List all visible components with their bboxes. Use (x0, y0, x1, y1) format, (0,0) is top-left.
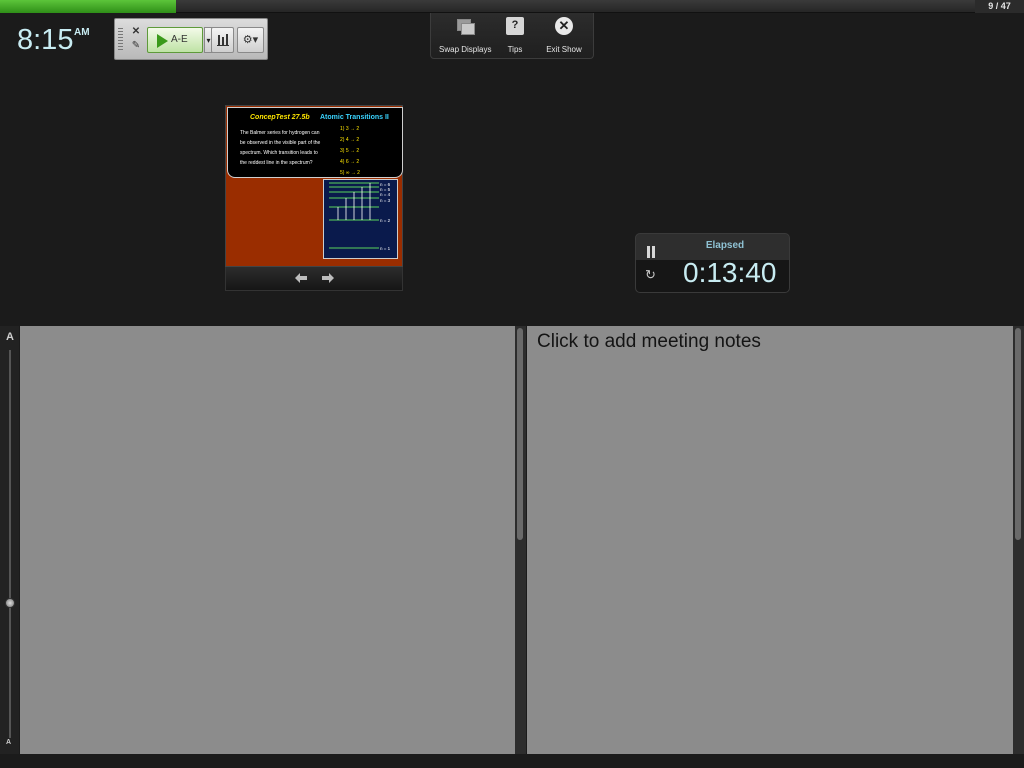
swap-displays-button[interactable]: Swap Displays (439, 17, 492, 54)
text-size-slider-thumb[interactable] (5, 598, 15, 608)
slide-option: 1) 3 → 2 (340, 126, 360, 132)
close-circle-icon: ✕ (555, 17, 573, 35)
gear-icon[interactable]: ⚙▾ (237, 27, 264, 53)
clock-ampm: AM (74, 27, 90, 38)
slide-option: 3) 5 → 2 (340, 148, 360, 154)
current-slide-thumbnail[interactable]: ConcepTest 27.5b Atomic Transitions II T… (225, 105, 403, 267)
energy-level-diagram: n = 6 n = 5 n = 4 n = 3 n = 2 n = 1 (323, 179, 398, 259)
clock: 8:15 AM (17, 24, 90, 57)
level-label: n = 4 (380, 192, 391, 197)
slide-header: ConcepTest 27.5b Atomic Transitions II T… (227, 107, 403, 178)
next-slide-pane[interactable] (20, 326, 515, 754)
exit-show-label: Exit Show (546, 45, 582, 54)
elapsed-timer: Elapsed ↻ 0:13:40 (635, 233, 790, 293)
poll-button-label: A-E (171, 34, 188, 45)
slide-option: 5) ∞ → 2 (340, 170, 360, 176)
play-icon (157, 34, 168, 48)
tips-label: Tips (507, 45, 523, 54)
close-icon[interactable]: ✕ (131, 27, 141, 37)
level-label: n = 2 (380, 218, 391, 223)
start-poll-button[interactable]: A-E (147, 27, 203, 53)
previous-slide-button[interactable] (291, 269, 311, 287)
notes-scrollbar-thumb[interactable] (1015, 328, 1021, 540)
slide-option: 4) 6 → 2 (340, 159, 360, 165)
swap-displays-icon (455, 17, 475, 35)
slide-question: The Balmer series for hydrogen can be ob… (240, 130, 321, 166)
notes-scrollbar[interactable] (1013, 326, 1024, 754)
bar-chart-icon[interactable] (211, 27, 234, 53)
help-icon: ? (506, 17, 524, 35)
tips-button[interactable]: ? Tips (501, 17, 529, 54)
swap-displays-label: Swap Displays (439, 45, 492, 54)
toolbar-grip-handle[interactable] (118, 28, 123, 52)
slide-progress-fill (0, 0, 176, 13)
exit-show-button[interactable]: ✕ Exit Show (543, 17, 585, 54)
increase-text-size-label: A (6, 331, 14, 343)
response-toolbar: ✕ ✎ A-E ▾ ⚙▾ (114, 18, 268, 60)
next-slide-button[interactable] (318, 269, 338, 287)
text-size-track[interactable] (9, 350, 11, 738)
level-label: n = 1 (380, 246, 391, 251)
presenter-menu: Swap Displays ? Tips ✕ Exit Show (430, 13, 594, 59)
notes-placeholder[interactable]: Click to add meeting notes (537, 331, 761, 353)
text-size-slider: A A (0, 326, 19, 754)
slide-subtitle: Atomic Transitions II (320, 114, 389, 121)
slide-options: 1) 3 → 2 2) 4 → 2 3) 5 → 2 4) 6 → 2 5) ∞… (340, 124, 360, 179)
left-pane-scrollbar-thumb[interactable] (517, 328, 523, 540)
pause-icon[interactable] (646, 246, 656, 258)
clock-time: 8:15 (17, 24, 74, 56)
slide-title: ConcepTest 27.5b (250, 114, 310, 121)
left-pane-scrollbar[interactable] (515, 326, 526, 754)
reset-timer-icon[interactable]: ↻ (645, 268, 659, 282)
edit-icon[interactable]: ✎ (131, 41, 141, 51)
meeting-notes-pane[interactable]: Click to add meeting notes (527, 326, 1013, 754)
slide-progress-bar (0, 0, 975, 13)
decrease-text-size-label: A (6, 739, 12, 746)
timer-value: 0:13:40 (683, 257, 777, 288)
slide-counter: 9 / 47 (975, 0, 1024, 13)
level-label: n = 3 (380, 198, 391, 203)
slide-option: 2) 4 → 2 (340, 137, 360, 143)
slide-navigation (225, 267, 403, 291)
timer-label: Elapsed (705, 240, 745, 251)
